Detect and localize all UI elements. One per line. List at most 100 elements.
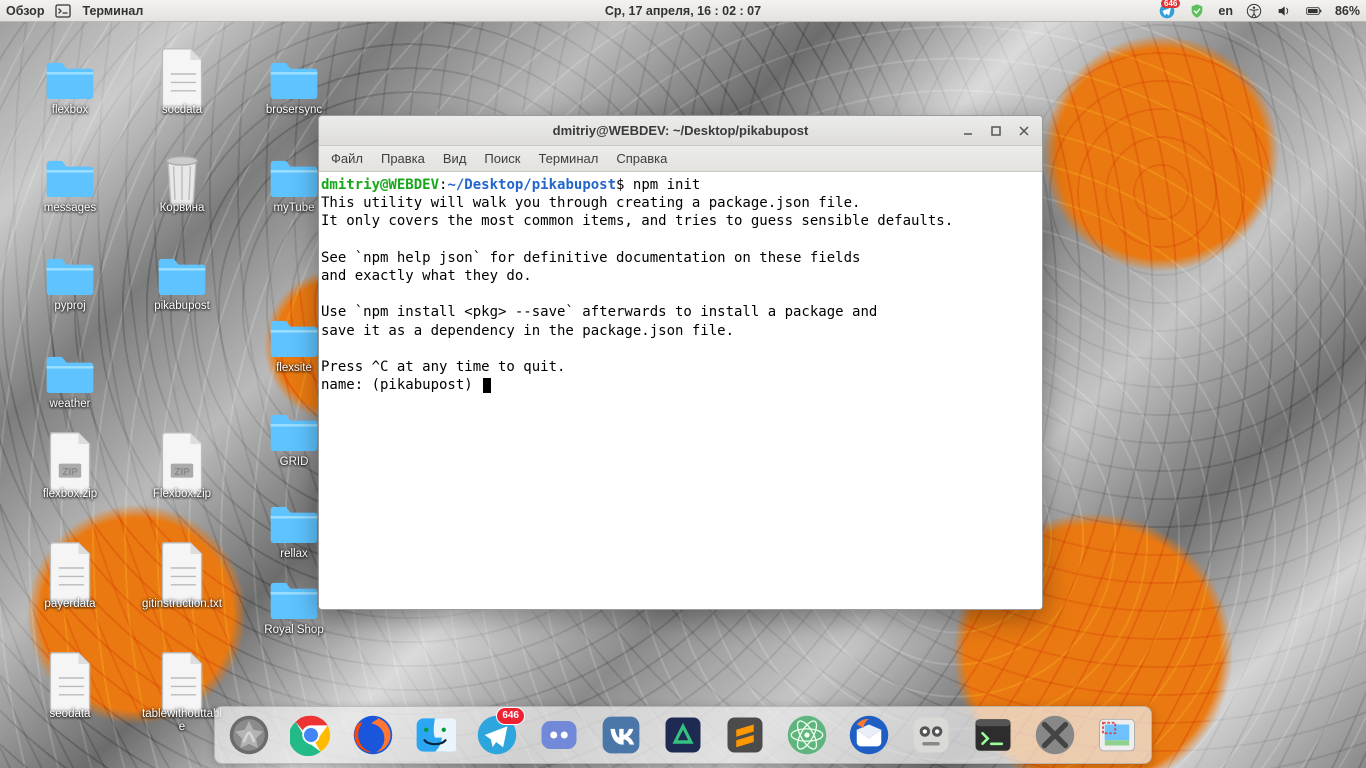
desktop-icon-label: pikabupost [154, 300, 210, 313]
dock-launcher[interactable] [225, 711, 273, 759]
minimize-button[interactable] [956, 121, 980, 141]
terminal-output-line: Press ^C at any time to quit. [321, 359, 565, 375]
desktop-icon-label: socdata [162, 104, 202, 117]
desktop-icon-label: tablewithouttable [140, 708, 224, 734]
terminal-cursor [483, 378, 491, 393]
file-icon [154, 552, 210, 596]
desktop-icon-label: weather [50, 398, 91, 411]
folder-icon [266, 578, 322, 622]
desktop-icon-label: rellax [280, 548, 307, 561]
shield-icon[interactable] [1188, 2, 1206, 20]
dock-firefox[interactable] [349, 711, 397, 759]
desktop-icon-flexbox[interactable]: flexbox [28, 58, 112, 117]
prompt-path: ~/Desktop/pikabupost [447, 177, 616, 193]
dock-telegram[interactable]: 646 [473, 711, 521, 759]
terminal-output-line: This utility will walk you through creat… [321, 195, 860, 211]
trash-icon [154, 156, 210, 200]
desktop-icon-messages[interactable]: messages [28, 156, 112, 215]
svg-text:ZIP: ZIP [174, 467, 190, 478]
folder-icon [42, 156, 98, 200]
desktop-icon-label: flexsite [276, 362, 312, 375]
desktop-icon-label: messages [44, 202, 96, 215]
desktop-icon-label: gitinstruction.txt [142, 598, 222, 611]
desktop-icon-pikabupost[interactable]: pikabupost [140, 254, 224, 313]
dock-avocode[interactable] [659, 711, 707, 759]
desktop-icon-label: myTube [273, 202, 314, 215]
desktop-icon-label: seodata [50, 708, 91, 721]
desktop-icon--------[interactable]: Корвина [140, 156, 224, 215]
file-icon [154, 662, 210, 706]
desktop-icon-seodata[interactable]: seodata [28, 662, 112, 721]
folder-icon [266, 58, 322, 102]
menu-search[interactable]: Поиск [484, 151, 520, 166]
folder-icon [266, 410, 322, 454]
terminal-output-line: See `npm help json` for definitive docum… [321, 250, 860, 266]
desktop-icon-payerdata[interactable]: payerdata [28, 552, 112, 611]
folder-icon [266, 316, 322, 360]
telegram-tray-icon[interactable]: 646 [1158, 2, 1176, 20]
terminal-output-line: Use `npm install <pkg> --save` afterward… [321, 304, 877, 320]
keyboard-layout-indicator[interactable]: en [1218, 4, 1233, 18]
terminal-output-line: It only covers the most common items, an… [321, 213, 953, 229]
menu-file[interactable]: Файл [331, 151, 363, 166]
menu-help[interactable]: Справка [616, 151, 667, 166]
terminal-output-line: and exactly what they do. [321, 268, 532, 284]
prompt-user: dmitriy@WEBDEV [321, 177, 439, 193]
file-icon [42, 552, 98, 596]
dock-thunderbird[interactable] [845, 711, 893, 759]
file-icon [154, 58, 210, 102]
terminal-titlebar[interactable]: dmitriy@WEBDEV: ~/Desktop/pikabupost [319, 116, 1042, 146]
dock-sublime[interactable] [721, 711, 769, 759]
dock-screenshot[interactable] [1093, 711, 1141, 759]
desktop-icon-flexbox-zip[interactable]: ZIP flexbox.zip [28, 442, 112, 501]
desktop-icon-label: flexbox.zip [43, 488, 97, 501]
zip-icon: ZIP [154, 442, 210, 486]
zip-icon: ZIP [42, 442, 98, 486]
terminal-window: dmitriy@WEBDEV: ~/Desktop/pikabupost Фай… [318, 115, 1043, 610]
desktop-icon-brosersync[interactable]: brosersync [252, 58, 336, 117]
folder-icon [42, 352, 98, 396]
desktop-icon-label: flexbox [52, 104, 88, 117]
dock-vk[interactable] [597, 711, 645, 759]
desktop-icon-pyproj[interactable]: pyproj [28, 254, 112, 313]
terminal-app-icon[interactable] [54, 2, 72, 20]
folder-icon [42, 58, 98, 102]
desktop-icon-label: Корвина [160, 202, 205, 215]
dock-discord[interactable] [535, 711, 583, 759]
accessibility-icon[interactable] [1245, 2, 1263, 20]
dock-telegram-badge: 646 [496, 707, 525, 725]
dock-finder[interactable] [411, 711, 459, 759]
dock-chrome[interactable] [287, 711, 335, 759]
desktop-icon-label: payerdata [44, 598, 95, 611]
clock[interactable]: Ср, 17 апреля, 16 : 02 : 07 [605, 4, 761, 18]
folder-icon [154, 254, 210, 298]
desktop-icon-label: Flexbox.zip [153, 488, 211, 501]
dock-tweaks[interactable] [907, 711, 955, 759]
desktop-icon-tablewithouttable[interactable]: tablewithouttable [140, 662, 224, 734]
folder-icon [266, 156, 322, 200]
active-app-name[interactable]: Терминал [82, 4, 143, 18]
menu-terminal[interactable]: Терминал [538, 151, 598, 166]
desktop-icon-socdata[interactable]: socdata [140, 58, 224, 117]
desktop-icon-gitinstruction-txt[interactable]: gitinstruction.txt [140, 552, 224, 611]
dock-terminal[interactable] [969, 711, 1017, 759]
menubar: Обзор Терминал Ср, 17 апреля, 16 : 02 : … [0, 0, 1366, 22]
desktop-icon-weather[interactable]: weather [28, 352, 112, 411]
terminal-command: npm init [624, 177, 700, 193]
desktop-icon-flexbox-zip[interactable]: ZIP Flexbox.zip [140, 442, 224, 501]
dock: 646 [214, 706, 1152, 764]
volume-icon[interactable] [1275, 2, 1293, 20]
battery-icon[interactable] [1305, 2, 1323, 20]
battery-percent: 86% [1335, 4, 1360, 18]
maximize-button[interactable] [984, 121, 1008, 141]
menu-view[interactable]: Вид [443, 151, 467, 166]
terminal-body[interactable]: dmitriy@WEBDEV:~/Desktop/pikabupost$ npm… [319, 172, 1042, 609]
folder-icon [266, 502, 322, 546]
folder-icon [42, 254, 98, 298]
overview-button[interactable]: Обзор [6, 4, 44, 18]
dock-atom[interactable] [783, 711, 831, 759]
svg-text:ZIP: ZIP [62, 467, 78, 478]
menu-edit[interactable]: Правка [381, 151, 425, 166]
dock-remmina[interactable] [1031, 711, 1079, 759]
close-button[interactable] [1012, 121, 1036, 141]
